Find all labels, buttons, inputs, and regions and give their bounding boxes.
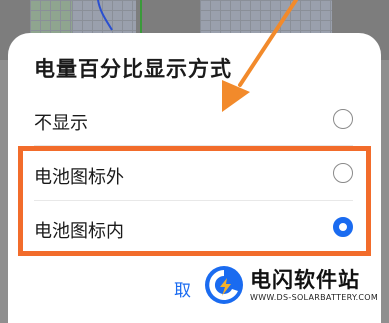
watermark: 电闪软件站 WWW.DS-SOLARBATTERY.COM bbox=[204, 262, 380, 308]
radio-button-unchecked[interactable] bbox=[333, 109, 353, 129]
option-label: 电池图标内 bbox=[34, 221, 124, 242]
option-inside-battery-icon[interactable]: 电池图标内 bbox=[34, 209, 353, 249]
radio-button-unchecked[interactable] bbox=[333, 163, 353, 183]
watermark-title: 电闪软件站 bbox=[250, 268, 360, 292]
radio-button-checked[interactable] bbox=[333, 217, 353, 237]
option-hide[interactable]: 不显示 bbox=[34, 101, 353, 141]
watermark-url: WWW.DS-SOLARBATTERY.COM bbox=[250, 293, 379, 302]
divider bbox=[34, 200, 353, 201]
site-logo-icon bbox=[205, 266, 243, 304]
option-outside-battery-icon[interactable]: 电池图标外 bbox=[34, 155, 353, 195]
option-label: 不显示 bbox=[34, 113, 88, 134]
option-label: 电池图标外 bbox=[34, 167, 124, 188]
dialog-title: 电量百分比显示方式 bbox=[34, 57, 232, 81]
cancel-button[interactable]: 取 bbox=[174, 276, 191, 301]
divider bbox=[34, 145, 353, 146]
